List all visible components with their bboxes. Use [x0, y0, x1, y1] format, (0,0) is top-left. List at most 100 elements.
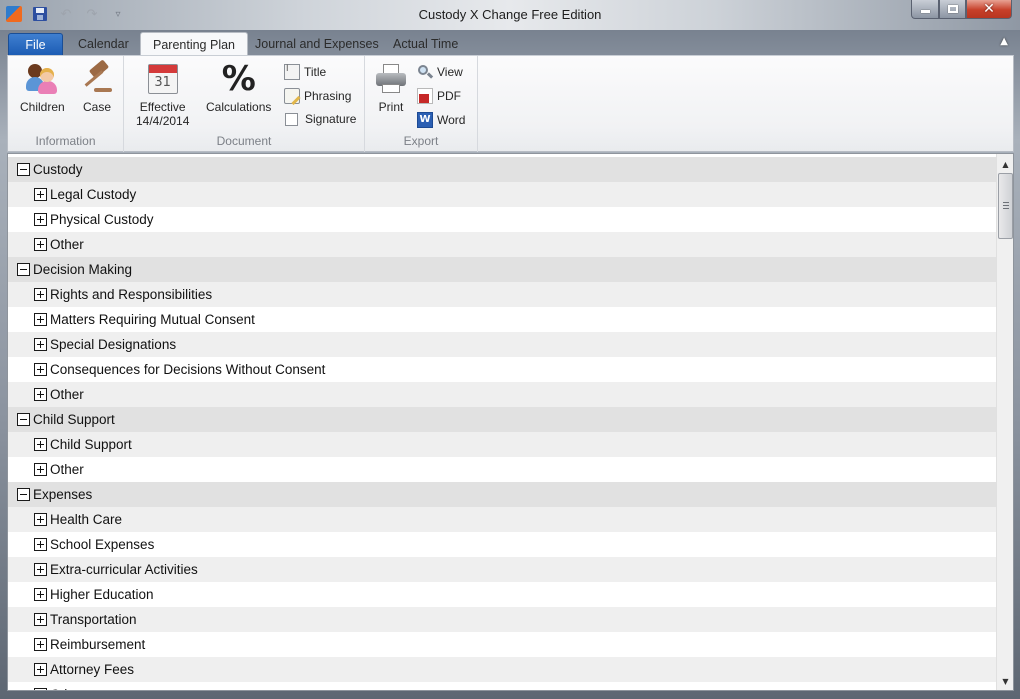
effective-date-button[interactable]: 31 Effective 14/4/2014 [136, 62, 189, 128]
tree-item-label: Reimbursement [50, 637, 146, 652]
tree-item-row[interactable]: Legal Custody [8, 182, 997, 207]
signature-label: Signature [305, 112, 357, 126]
collapse-icon[interactable] [17, 263, 30, 276]
case-button[interactable]: Case [80, 59, 114, 114]
tree-item-label: Physical Custody [50, 212, 154, 227]
tree-item-row[interactable]: School Expenses [8, 532, 997, 557]
expand-icon[interactable] [34, 338, 47, 351]
scroll-up-icon[interactable]: ▲ [997, 156, 1013, 173]
tree-item-row[interactable]: Reimbursement [8, 632, 997, 657]
minimize-button[interactable] [911, 0, 939, 19]
expand-icon[interactable] [34, 563, 47, 576]
title-label: Title [304, 65, 327, 79]
maximize-button[interactable] [939, 0, 966, 19]
group-label-export: Export [403, 134, 439, 148]
expand-icon[interactable] [34, 538, 47, 551]
expand-icon[interactable] [34, 663, 47, 676]
expand-icon[interactable] [34, 288, 47, 301]
scrollbar-thumb[interactable] [998, 173, 1013, 239]
tab-parenting-plan[interactable]: Parenting Plan [140, 32, 249, 56]
effective-date: 14/4/2014 [136, 114, 190, 128]
tab-actual-time[interactable]: Actual Time [381, 33, 470, 55]
expand-icon[interactable] [34, 213, 47, 226]
expand-icon[interactable] [34, 238, 47, 251]
tree-group-row[interactable]: Expenses [8, 482, 997, 507]
tree-group-row[interactable]: Decision Making [8, 257, 997, 282]
collapse-ribbon-icon[interactable]: ▲ [1000, 36, 1008, 47]
phrasing-button[interactable]: Phrasing [284, 88, 351, 104]
children-label: Children [20, 100, 65, 114]
scroll-down-icon[interactable]: ▼ [997, 673, 1013, 690]
expand-icon[interactable] [34, 588, 47, 601]
expand-icon[interactable] [34, 438, 47, 451]
close-button[interactable]: ✕ [966, 0, 1012, 19]
group-information: Children Case Information [8, 56, 124, 152]
tree-item-row[interactable]: Consequences for Decisions Without Conse… [8, 357, 997, 382]
tree-item-row[interactable]: Other [8, 682, 997, 690]
tree-item-label: Health Care [50, 512, 123, 527]
title-button[interactable]: Title [284, 63, 327, 80]
expand-icon[interactable] [34, 313, 47, 326]
tree-item-label: Higher Education [50, 587, 154, 602]
view-button[interactable]: View [417, 64, 463, 80]
tree-item-row[interactable]: Rights and Responsibilities [8, 282, 997, 307]
tree-group-label: Expenses [33, 487, 93, 502]
tree-group-row[interactable]: Custody [8, 157, 997, 182]
group-document: 31 Effective 14/4/2014 % Calculations Ti… [124, 56, 365, 152]
calculations-button[interactable]: % Calculations [206, 62, 271, 114]
tree-item-row[interactable]: Extra-curricular Activities [8, 557, 997, 582]
tree-item-label: Consequences for Decisions Without Conse… [50, 362, 326, 377]
tab-journal-and-expenses[interactable]: Journal and Expenses [243, 33, 391, 55]
expand-icon[interactable] [34, 463, 47, 476]
phrasing-icon [284, 88, 300, 104]
collapse-icon[interactable] [17, 163, 30, 176]
view-label: View [437, 65, 463, 79]
window-controls: ✕ [911, 0, 1012, 19]
tree-item-row[interactable]: Other [8, 457, 997, 482]
children-icon [25, 62, 59, 96]
expand-icon[interactable] [34, 363, 47, 376]
tree-item-row[interactable]: Matters Requiring Mutual Consent [8, 307, 997, 332]
tree-item-label: Special Designations [50, 337, 177, 352]
tree-item-row[interactable]: Attorney Fees [8, 657, 997, 682]
tree-item-row[interactable]: Physical Custody [8, 207, 997, 232]
vertical-scrollbar[interactable]: ▲ ▼ [996, 154, 1013, 690]
tree-item-label: Rights and Responsibilities [50, 287, 213, 302]
tree-item-row[interactable]: Special Designations [8, 332, 997, 357]
phrasing-label: Phrasing [304, 89, 352, 103]
collapse-icon[interactable] [17, 413, 30, 426]
tree-item-label: Transportation [50, 612, 137, 627]
expand-icon[interactable] [34, 388, 47, 401]
expand-icon[interactable] [34, 688, 47, 690]
tab-file[interactable]: File [8, 33, 63, 55]
tree-item-row[interactable]: Transportation [8, 607, 997, 632]
tree-item-label: Legal Custody [50, 187, 137, 202]
tree-item-row[interactable]: Other [8, 382, 997, 407]
tree-group-row[interactable]: Child Support [8, 407, 997, 432]
tree-item-row[interactable]: Child Support [8, 432, 997, 457]
expand-icon[interactable] [34, 613, 47, 626]
calendar-icon: 31 [147, 64, 178, 94]
children-button[interactable]: Children [20, 62, 65, 114]
print-button[interactable]: Print [374, 62, 408, 114]
effective-label: Effective 14/4/2014 [136, 100, 189, 128]
tree-group-label: Child Support [33, 412, 115, 427]
tab-calendar[interactable]: Calendar [66, 33, 141, 55]
tree-item-label: Extra-curricular Activities [50, 562, 198, 577]
signature-checkbox[interactable]: Signature [285, 112, 356, 126]
tree-item-row[interactable]: Higher Education [8, 582, 997, 607]
expand-icon[interactable] [34, 638, 47, 651]
pdf-button[interactable]: PDF [417, 88, 461, 104]
print-label: Print [378, 100, 404, 114]
tree-item-label: Other [50, 462, 84, 477]
ribbon-tabs: File Calendar Parenting Plan Journal and… [0, 30, 1020, 56]
collapse-icon[interactable] [17, 488, 30, 501]
tree-item-row[interactable]: Health Care [8, 507, 997, 532]
magnifier-icon [417, 64, 434, 80]
word-button[interactable]: W Word [417, 112, 465, 128]
tree-item-row[interactable]: Other [8, 232, 997, 257]
expand-icon[interactable] [34, 188, 47, 201]
expand-icon[interactable] [34, 513, 47, 526]
group-label-information: Information [35, 134, 96, 148]
window-title: Custody X Change Free Edition [418, 7, 602, 22]
